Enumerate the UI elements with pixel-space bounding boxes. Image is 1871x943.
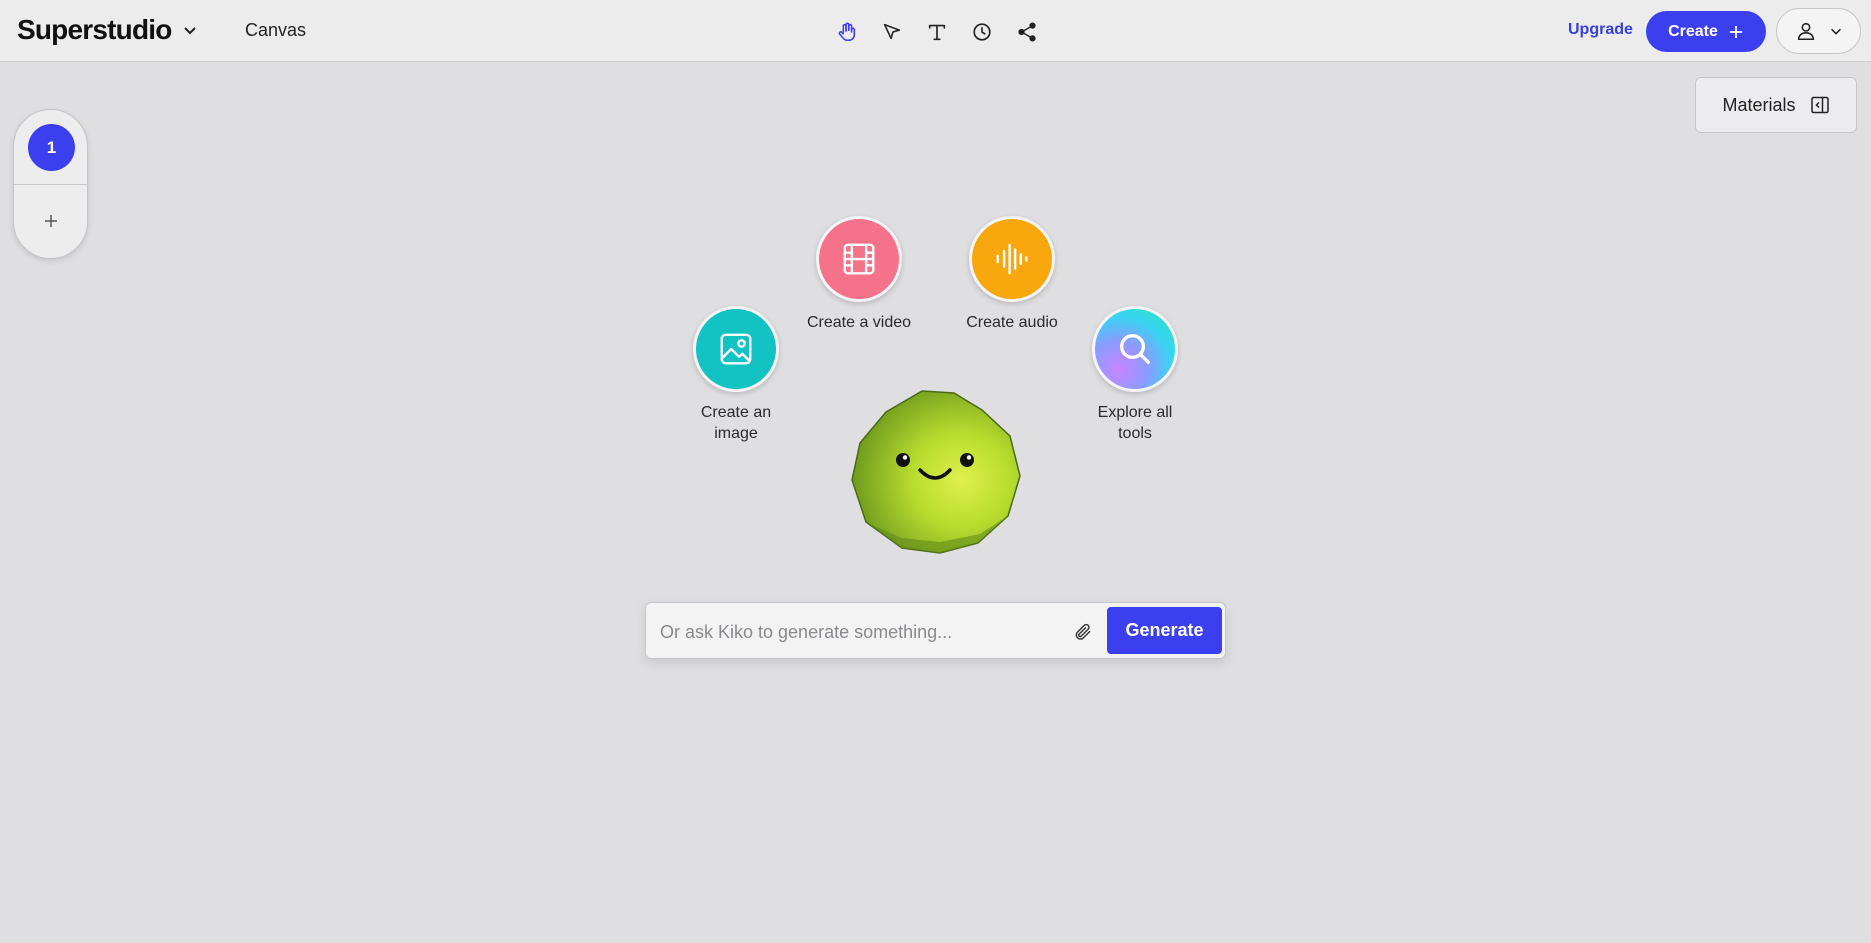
share-tool[interactable]: [1009, 14, 1044, 49]
video-action-circle: [816, 216, 902, 302]
paperclip-icon: [1075, 623, 1091, 640]
plus-icon: [44, 215, 57, 227]
materials-label: Materials: [1722, 94, 1796, 115]
page-title: Canvas: [245, 20, 307, 40]
image-icon: [720, 333, 752, 365]
canvas-toolbar: [829, 14, 1044, 49]
divider: [14, 184, 87, 185]
audio-waveform-icon: [996, 243, 1028, 275]
prompt-bar: Generate: [645, 602, 1226, 659]
create-audio-label: Create audio: [966, 314, 1058, 331]
clock-icon: [972, 22, 991, 41]
create-video-action[interactable]: Create a video: [804, 216, 914, 333]
create-video-label: Create a video: [806, 314, 912, 331]
search-icon: [1120, 334, 1150, 364]
attach-button[interactable]: [1068, 617, 1098, 647]
user-icon: [1797, 22, 1814, 41]
image-action-circle: [693, 306, 779, 392]
create-audio-action[interactable]: Create audio: [957, 216, 1067, 333]
share-icon: [1017, 21, 1036, 42]
side-panel-icon: [1810, 96, 1829, 114]
text-icon: [928, 24, 945, 40]
create-button-label: Create: [1668, 22, 1718, 40]
explore-tools-action[interactable]: Explore all tools: [1080, 306, 1190, 444]
account-menu-button[interactable]: [1776, 8, 1861, 54]
generate-button[interactable]: Generate: [1107, 607, 1222, 654]
audio-action-circle: [969, 216, 1055, 302]
text-tool[interactable]: [919, 14, 954, 49]
create-image-label: Create an image: [700, 404, 772, 442]
page-switcher: 1: [13, 109, 88, 259]
explore-tools-label: Explore all tools: [1097, 404, 1173, 442]
select-tool[interactable]: [874, 14, 909, 49]
create-button[interactable]: Create: [1646, 11, 1766, 52]
top-bar: Superstudio Canvas Upgrade Create: [0, 0, 1871, 62]
history-tool[interactable]: [964, 14, 999, 49]
chevron-down-icon: [1830, 28, 1841, 35]
upgrade-link[interactable]: Upgrade: [1568, 21, 1633, 39]
film-icon: [843, 243, 875, 275]
kiko-mascot: [850, 388, 1022, 554]
cursor-arrow-icon: [883, 23, 900, 39]
explore-action-circle: [1092, 306, 1178, 392]
add-page-button[interactable]: [14, 190, 87, 252]
workspace-menu[interactable]: Superstudio: [17, 12, 198, 48]
prompt-input[interactable]: [658, 615, 1062, 649]
create-image-action[interactable]: Create an image: [681, 306, 791, 444]
plus-icon: [1729, 25, 1742, 38]
hand-tool[interactable]: [829, 14, 864, 49]
hand-icon: [838, 22, 855, 41]
chevron-down-icon: [182, 22, 198, 38]
materials-button[interactable]: Materials: [1695, 77, 1857, 133]
brand-name: Superstudio: [17, 14, 172, 45]
page-1-button[interactable]: 1: [28, 124, 75, 171]
